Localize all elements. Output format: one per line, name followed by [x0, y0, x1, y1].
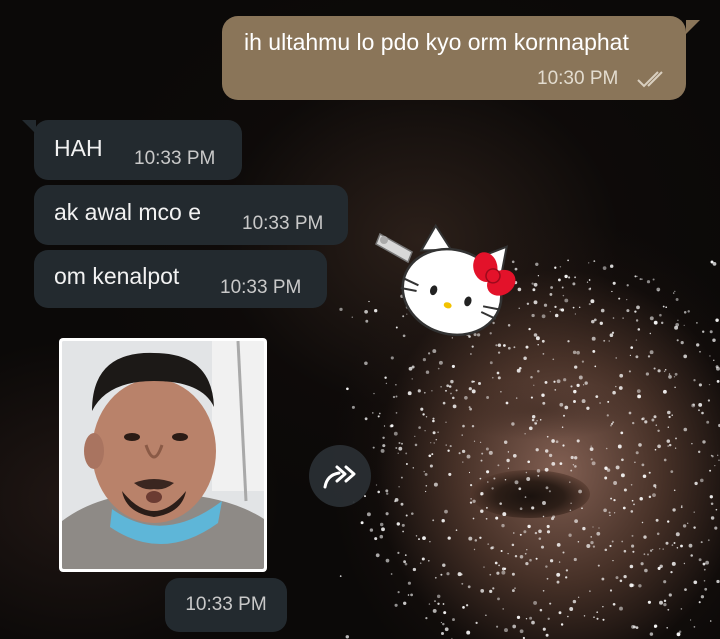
message-time: 10:33 PM	[134, 148, 216, 169]
message-text: HAH	[54, 135, 103, 161]
forward-button[interactable]	[309, 445, 371, 507]
incoming-message-bubble[interactable]: ak awal mco e 10:33 PM	[34, 185, 348, 245]
message-time: 10:30 PM	[537, 68, 619, 89]
message-time: 10:33 PM	[242, 213, 324, 234]
message-time: 10:33 PM	[220, 277, 302, 298]
forward-arrows-icon	[323, 465, 356, 489]
incoming-message-bubble[interactable]: HAH 10:33 PM	[34, 120, 242, 180]
message-text: ak awal mco e	[54, 199, 202, 225]
image-message-time: 10:33 PM	[165, 578, 287, 632]
outgoing-message-bubble[interactable]: ih ultahmu lo pdo kyo orm kornnaphat 10:…	[222, 16, 686, 100]
outgoing-bubble-tail	[686, 20, 700, 34]
message-text: om kenalpot	[54, 263, 180, 289]
incoming-message-bubble[interactable]: om kenalpot 10:33 PM	[34, 250, 327, 308]
hello-kitty-hairclip-icon	[375, 223, 516, 337]
image-message[interactable]	[59, 338, 267, 572]
image-message-photo[interactable]	[62, 341, 264, 569]
double-check-icon	[637, 71, 663, 88]
message-text: ih ultahmu lo pdo kyo orm kornnaphat	[244, 29, 629, 55]
person-photo	[62, 341, 264, 569]
